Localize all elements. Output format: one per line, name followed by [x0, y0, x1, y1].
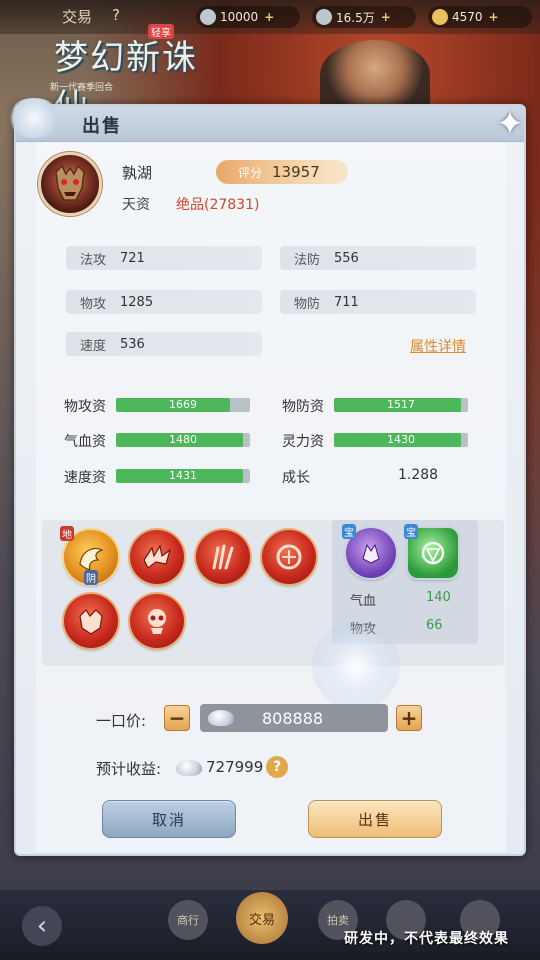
silver-ingot-icon	[176, 760, 202, 776]
stat-speed: 速度 536	[66, 332, 262, 356]
cloud-decoration-icon	[6, 98, 62, 138]
score-label: 评分	[238, 165, 263, 180]
aptitude-label: 速度资	[64, 470, 106, 486]
add-silver-button[interactable]: +	[381, 10, 391, 24]
aptitude-bar: 1480	[116, 433, 250, 447]
aptitude-label: 灵力资	[282, 434, 324, 450]
aptitude-bar: 1669	[116, 398, 250, 412]
npc-character	[320, 40, 430, 110]
bat-wing-skill-icon[interactable]	[130, 530, 184, 584]
treasure-stat-hp: 气血 140	[350, 590, 451, 609]
stat-phys-defense: 物防 711	[280, 290, 476, 314]
dialog-header: 出售 ✦	[6, 98, 524, 142]
logo-badge: 轻享	[148, 24, 174, 39]
attribute-detail-link[interactable]: 属性详情	[410, 336, 466, 356]
claw-skill-icon[interactable]	[196, 530, 250, 584]
stat-magic-defense: 法防 556	[280, 246, 476, 270]
beast-head-skill-icon[interactable]	[64, 594, 118, 648]
silver-currency: 16.5万 +	[312, 6, 416, 28]
growth-value: 1.288	[398, 467, 439, 483]
income-help-icon[interactable]: ?	[266, 756, 288, 778]
score-value: 13957	[272, 163, 320, 181]
sell-dialog: 出售 ✦ 孰湖 评分 13957 天资 绝品(27831) 法攻 721 法防 55…	[6, 98, 526, 856]
aptitude-bar: 1517	[334, 398, 468, 412]
dev-watermark: 研发中，不代表最终效果	[344, 931, 509, 947]
gold-coin-icon	[432, 9, 448, 25]
stat-magic-attack: 法攻 721	[66, 246, 262, 270]
skull-skill-icon[interactable]	[130, 594, 184, 648]
dialog-title: 出售	[82, 116, 122, 137]
aptitude-label: 气血资	[64, 434, 106, 450]
add-gold-button[interactable]: +	[489, 10, 499, 24]
treasure-badge: 宝	[342, 524, 356, 539]
floating-assist-orb[interactable]	[312, 622, 400, 710]
aptitude-bar: 1430	[334, 433, 468, 447]
silver-ingot-icon	[208, 710, 234, 726]
silver-ingot-icon	[316, 9, 332, 25]
aptitude-label: 物攻资	[64, 399, 106, 415]
logo-subtitle: 新一代赛季回合	[50, 83, 114, 93]
pet-avatar[interactable]	[38, 152, 102, 216]
pet-name: 孰湖	[122, 164, 153, 182]
growth-label: 成长	[282, 470, 310, 486]
sell-button[interactable]: 出售	[308, 800, 442, 838]
price-increase-button[interactable]: +	[396, 705, 422, 731]
close-button[interactable]: ✦	[490, 104, 530, 144]
score-tag: 评分 13957	[216, 160, 348, 184]
talent-label: 天资	[122, 197, 150, 213]
game-logo: 梦幻新诛仙 轻享 新一代赛季回合	[14, 22, 204, 127]
price-label: 一口价:	[96, 712, 147, 730]
skill-badge-yin: 阴	[84, 570, 98, 585]
demon-mask-icon	[55, 164, 85, 201]
cancel-button[interactable]: 取消	[102, 800, 236, 838]
back-button[interactable]: ‹	[22, 906, 62, 946]
aptitude-bar: 1431	[116, 469, 250, 483]
nav-trade[interactable]: 交易	[236, 892, 288, 944]
price-input[interactable]: 808888	[200, 704, 388, 732]
aptitude-label: 物防资	[282, 399, 324, 415]
gold-currency: 4570 +	[428, 6, 532, 28]
talent-value: 绝品(27831)	[176, 197, 260, 213]
nav-shop[interactable]: 商行	[168, 900, 208, 940]
shield-skill-icon[interactable]	[262, 530, 316, 584]
add-jade-button[interactable]: +	[264, 10, 274, 24]
skill-badge-earth: 地	[60, 526, 74, 541]
jade-currency: 10000 +	[196, 6, 300, 28]
stat-phys-attack: 物攻 1285	[66, 290, 262, 314]
income-label: 预计收益:	[96, 760, 162, 778]
treasure-badge: 宝	[404, 524, 418, 539]
price-decrease-button[interactable]: −	[164, 705, 190, 731]
income-value: 727999	[206, 758, 264, 776]
close-icon: ✦	[495, 104, 525, 144]
